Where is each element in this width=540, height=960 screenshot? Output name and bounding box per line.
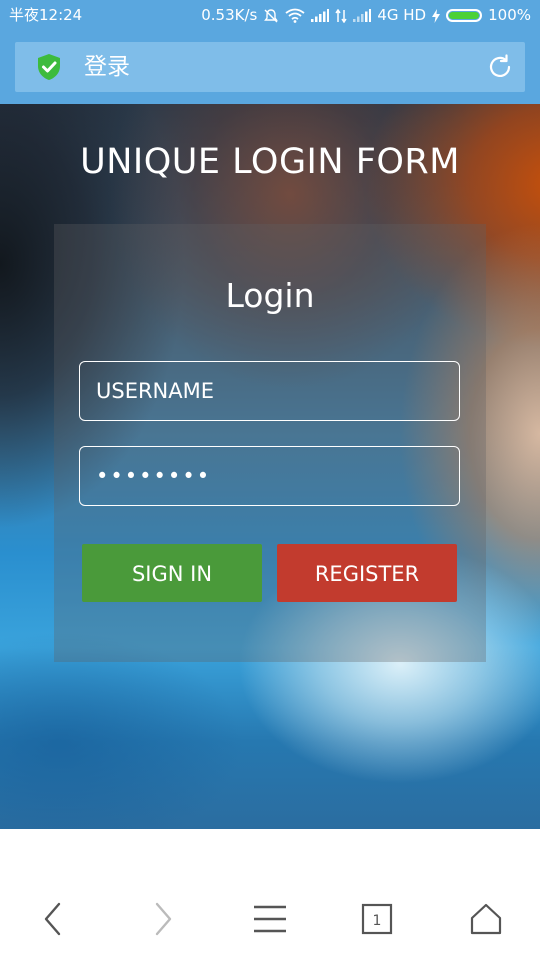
browser-toolbar: 登录 <box>0 31 540 104</box>
charging-icon <box>432 8 441 23</box>
network-speed: 0.53K/s <box>201 6 258 24</box>
back-button[interactable] <box>23 889 83 949</box>
login-panel: Login SIGN IN REGISTER <box>54 224 486 662</box>
menu-button[interactable] <box>240 889 300 949</box>
login-title: Login <box>225 276 315 315</box>
password-input[interactable] <box>79 446 460 506</box>
status-indicators: 0.53K/s 4G HD 100% <box>201 6 531 25</box>
battery-icon <box>446 9 483 22</box>
page-title: 登录 <box>84 54 130 80</box>
tab-count: 1 <box>373 913 382 929</box>
signal-icon-secondary <box>353 9 372 22</box>
register-button[interactable]: REGISTER <box>277 544 457 602</box>
mute-bell-icon <box>264 8 279 22</box>
battery-level <box>449 12 480 19</box>
menu-icon <box>254 905 286 933</box>
tabs-button[interactable]: 1 <box>347 889 407 949</box>
home-button[interactable] <box>456 889 516 949</box>
wifi-icon <box>285 8 305 23</box>
phone-screen: 半夜12:24 0.53K/s 4G HD 100% 登录 UNIQUE LOG… <box>0 0 540 960</box>
status-time: 半夜12:24 <box>9 6 83 24</box>
refresh-icon[interactable] <box>486 53 514 81</box>
web-content: UNIQUE LOGIN FORM Login SIGN IN REGISTER <box>0 104 540 829</box>
status-bar: 半夜12:24 0.53K/s 4G HD 100% <box>0 0 540 31</box>
browser-bottom-nav: 1 <box>0 829 540 960</box>
form-heading: UNIQUE LOGIN FORM <box>80 142 460 182</box>
tabs-icon: 1 <box>361 903 393 935</box>
battery-percent: 100% <box>488 6 531 24</box>
forward-icon <box>155 902 172 936</box>
forward-button[interactable] <box>133 889 193 949</box>
data-transfer-icon <box>335 8 347 23</box>
network-type: 4G HD <box>377 6 427 24</box>
sign-in-button[interactable]: SIGN IN <box>82 544 262 602</box>
signal-icon <box>311 9 330 22</box>
username-input[interactable] <box>79 361 460 421</box>
shield-check-icon <box>38 54 60 80</box>
back-icon <box>44 902 61 936</box>
address-bar[interactable]: 登录 <box>15 42 525 92</box>
home-icon <box>470 903 502 935</box>
